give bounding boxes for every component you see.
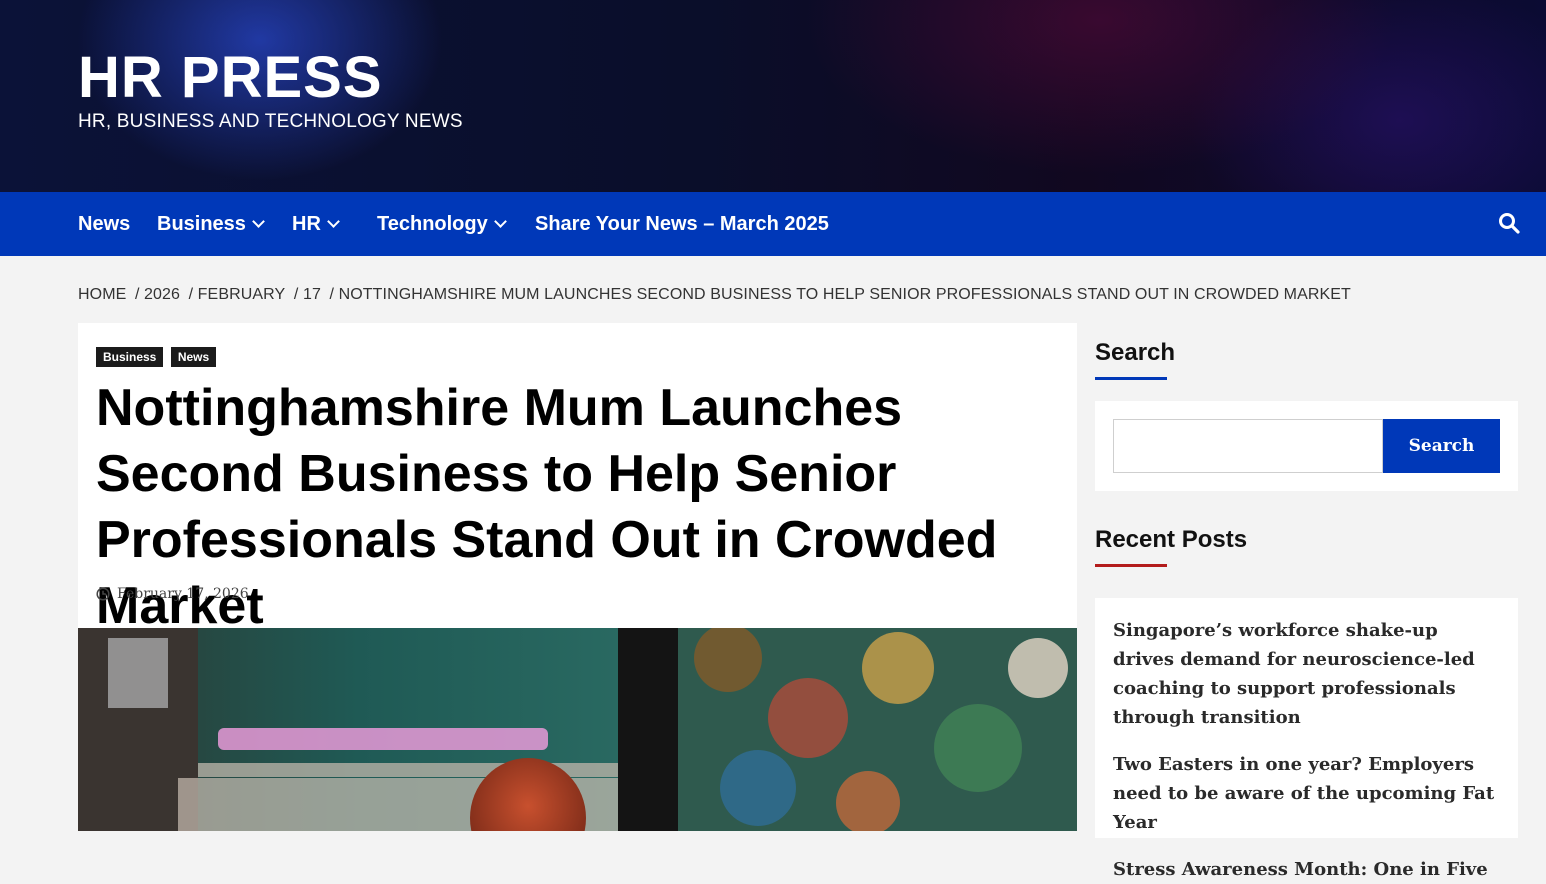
breadcrumb-day[interactable]: / 17 [294, 286, 321, 303]
article-date-text[interactable]: February 17, 2026 [117, 586, 249, 602]
recent-posts-list: Singapore’s workforce shake-up drives de… [1095, 598, 1518, 880]
nav-item-label: Share Your News – March 2025 [535, 213, 829, 235]
nav-item-technology[interactable]: Technology [377, 192, 507, 256]
search-widget-title: Search [1095, 339, 1176, 366]
article-featured-image [78, 628, 1077, 831]
sidebar: Search Search Recent Posts Singapore’s w… [1095, 323, 1518, 880]
nav-item-label: HR [292, 213, 321, 235]
article-categories: Business News [96, 347, 219, 367]
recent-title-underline [1095, 564, 1167, 567]
main-navigation: News Business HR Technology Share Your N… [0, 192, 1546, 256]
nav-item-label: News [78, 213, 131, 235]
search-button[interactable]: Search [1383, 419, 1500, 473]
chevron-down-icon [327, 215, 340, 228]
site-header: HR PRESS HR, BUSINESS AND TECHNOLOGY NEW… [0, 0, 1546, 192]
search-title-underline [1095, 377, 1167, 380]
chevron-down-icon [493, 215, 507, 228]
recent-post-link[interactable]: Stress Awareness Month: One in Five [1113, 855, 1500, 884]
breadcrumb: HOME / 2026 / FEBRUARY / 17 / NOTTINGHAM… [78, 286, 1355, 304]
recent-posts-header: Recent Posts [1095, 523, 1247, 567]
site-tagline: HR, BUSINESS AND TECHNOLOGY NEWS [78, 111, 463, 132]
article-card: Business News Nottinghamshire Mum Launch… [78, 323, 1077, 831]
nav-item-business[interactable]: Business [157, 192, 265, 256]
site-title[interactable]: HR PRESS [78, 44, 383, 111]
nav-item-hr[interactable]: HR [292, 192, 340, 256]
breadcrumb-home[interactable]: HOME [78, 286, 126, 303]
breadcrumb-current: / NOTTINGHAMSHIRE MUM LAUNCHES SECOND BU… [329, 286, 1351, 303]
search-widget: Search [1095, 401, 1518, 491]
chevron-down-icon [252, 215, 265, 228]
nav-item-share-your-news[interactable]: Share Your News – March 2025 [535, 192, 829, 256]
nav-item-label: Business [157, 213, 246, 235]
search-widget-header: Search [1095, 323, 1518, 380]
breadcrumb-month[interactable]: / FEBRUARY [189, 286, 286, 303]
clock-icon [96, 587, 110, 601]
search-input[interactable] [1113, 419, 1383, 473]
recent-posts-title: Recent Posts [1095, 526, 1248, 553]
article-date: February 17, 2026 [96, 586, 249, 602]
recent-post-link[interactable]: Two Easters in one year? Employers need … [1113, 750, 1500, 837]
nav-item-news[interactable]: News [78, 192, 130, 256]
recent-post-link[interactable]: Singapore’s workforce shake-up drives de… [1113, 616, 1500, 732]
category-badge-news[interactable]: News [170, 347, 217, 367]
search-icon[interactable] [1498, 212, 1520, 234]
breadcrumb-year[interactable]: / 2026 [135, 286, 180, 303]
category-badge-business[interactable]: Business [96, 347, 164, 367]
nav-item-label: Technology [377, 213, 488, 235]
